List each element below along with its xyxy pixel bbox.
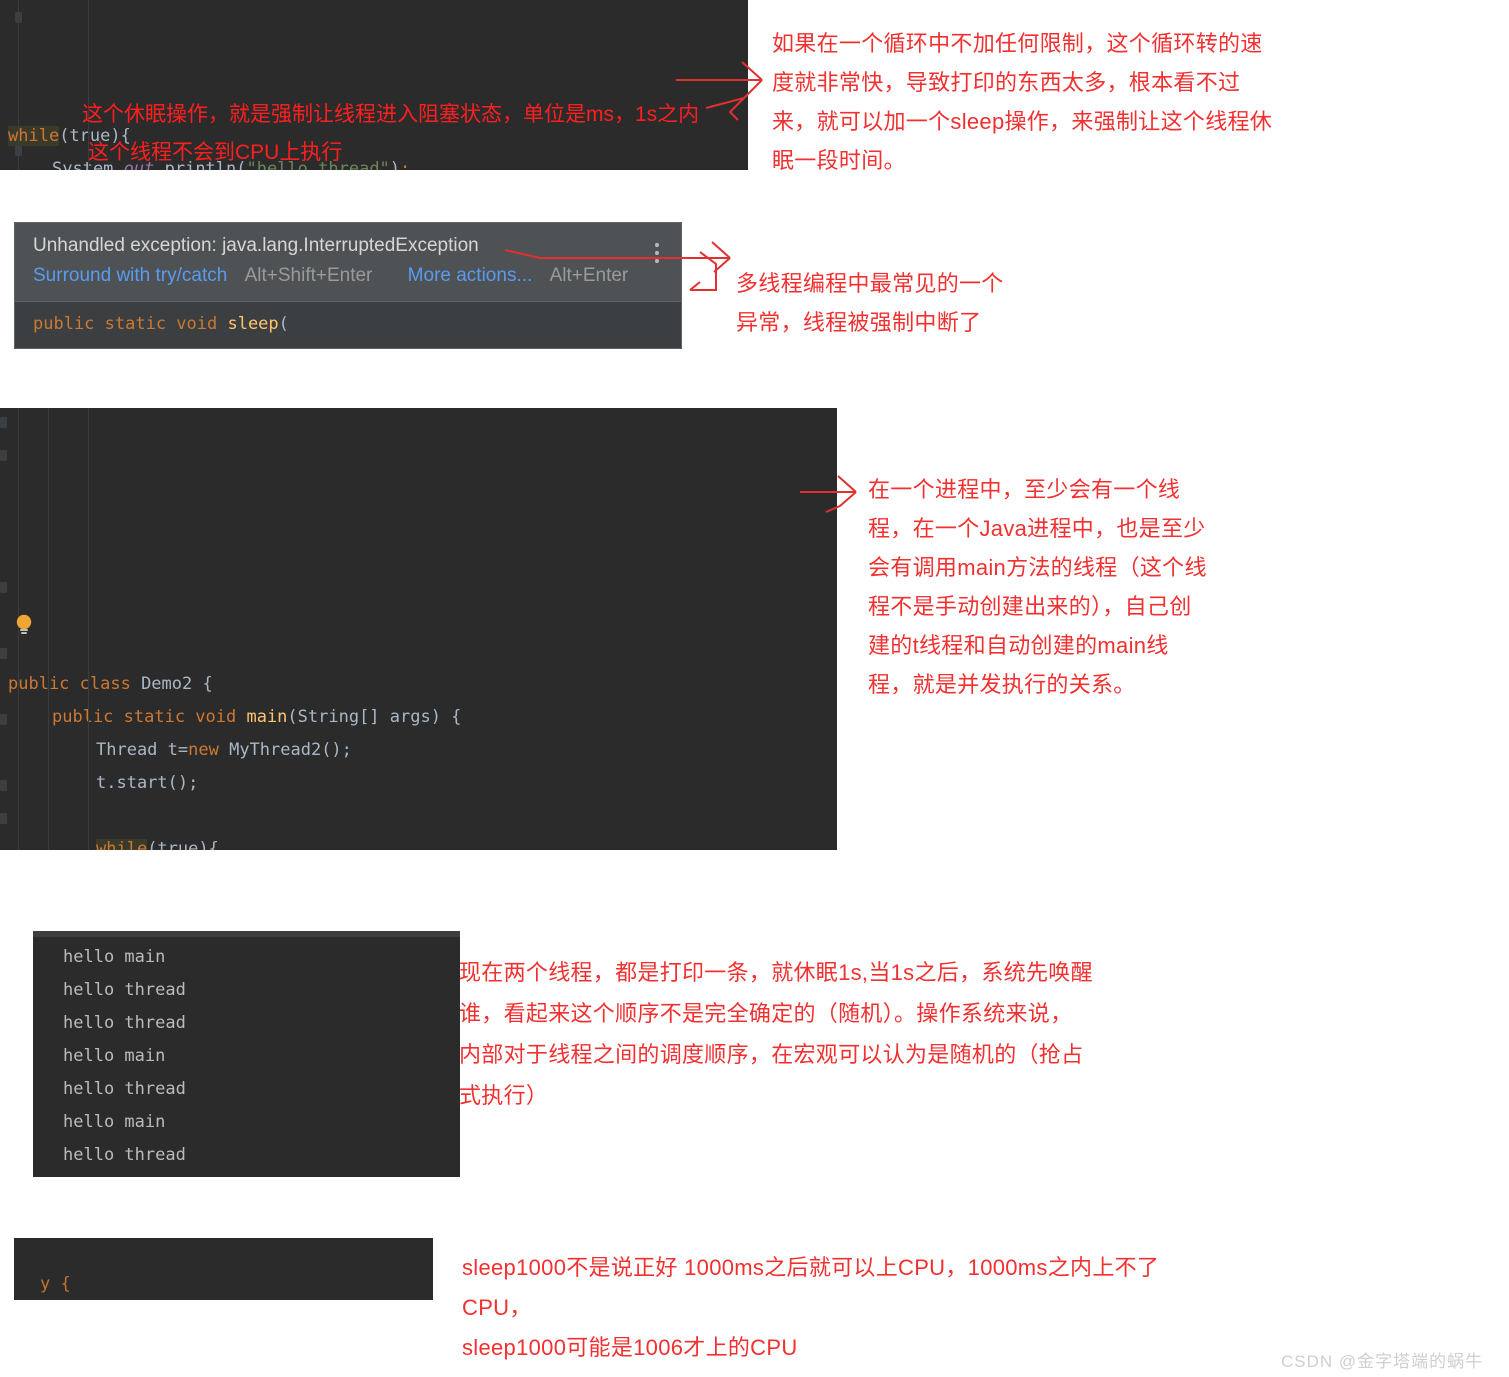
annotation-loop-speed: 如果在一个循环中不加任何限制，这个循环转的速 度就非常快，导致打印的东西太多，根… [772, 31, 1273, 173]
popup-action-row: Surround with try/catch Alt+Shift+Enter … [15, 263, 681, 301]
inline-red-note-2: 这个线程不会到CPU上执行 [88, 141, 343, 164]
annotation-process-threads: 在一个进程中，至少会有一个线 程，在一个Java进程中，也是至少 会有调用mai… [868, 477, 1207, 697]
console-line: hello thread [63, 1079, 186, 1099]
code-token: MyThread2(); [229, 740, 352, 760]
popup-title: Unhandled exception: java.lang.Interrupt… [33, 235, 479, 256]
code-token: (true){ [147, 839, 219, 850]
annotation-scheduling-random: 现在两个线程，都是打印一条，就休眠1s,当1s之后，系统先唤醒 谁，看起来这个顺… [459, 960, 1093, 1108]
console-lines: hello main hello thread hello thread hello … [33, 931, 460, 1172]
code-panel-sleep-call[interactable]: y { Thread.sleep(millis: 1000); } catch … [14, 1238, 433, 1300]
console-line: hello main [63, 947, 166, 967]
unhandled-exception-popup[interactable]: Unhandled exception: java.lang.Interrupt… [14, 222, 682, 349]
console-line: hello thread [63, 1013, 186, 1033]
code-token: main [246, 707, 288, 727]
console-line: hello thread [63, 980, 186, 1000]
code-token: sleep [227, 314, 279, 334]
console-top-strip [33, 931, 460, 937]
annotation-interrupted-exception: 多线程编程中最常见的一个 异常，线程被强制中断了 [736, 271, 1004, 335]
code-token: Demo2 [141, 674, 193, 694]
annotation-sleep-timing: sleep1000不是说正好 1000ms之后就可以上CPU，1000ms之内上… [462, 1255, 1160, 1360]
console-output-panel[interactable]: hello main hello thread hello thread hello … [33, 931, 460, 1177]
code-token: public static void [52, 707, 247, 727]
popup-code-preview: public static void sleep( [15, 301, 681, 348]
more-options-icon[interactable] [655, 243, 659, 267]
snippet-top-partial-line: y { [40, 1274, 71, 1294]
code-token: while [96, 839, 148, 850]
code-panel-demo2[interactable]: public class Demo2 {public static void m… [0, 408, 837, 850]
more-actions-action[interactable]: More actions... [408, 265, 533, 286]
code-token: public class [8, 674, 142, 694]
code-token: new [188, 740, 230, 760]
intention-bulb-icon[interactable] [14, 613, 34, 637]
code-line: Thread t=new MyThread2(); [0, 734, 837, 767]
code-token: (String[] args) { [287, 707, 462, 727]
code-token: Thread t= [96, 740, 189, 760]
surround-with-try-catch-action[interactable]: Surround with try/catch [33, 265, 227, 286]
csdn-watermark: CSDN @金字塔端的蜗牛 [1281, 1352, 1484, 1371]
inline-red-note-1: 这个休眠操作，就是强制让线程进入阻塞状态，单位是ms，1s之内 [82, 103, 700, 126]
code-line: public class Demo2 { [0, 668, 837, 701]
code-lines: public class Demo2 {public static void m… [0, 668, 837, 850]
screenshot-root: while(true){System.out.println("hello th… [0, 0, 1509, 1377]
console-line: hello main [63, 1112, 166, 1132]
code-line: public static void main(String[] args) { [0, 701, 837, 734]
code-token: { [192, 674, 213, 694]
more-actions-shortcut: Alt+Enter [549, 265, 629, 286]
console-line: hello thread [63, 1145, 186, 1165]
code-line: while(true){ [0, 833, 837, 850]
console-line: hello main [63, 1046, 166, 1066]
surround-shortcut: Alt+Shift+Enter [244, 265, 373, 286]
code-token: public static void [33, 314, 228, 334]
code-token: t.start(); [96, 773, 199, 793]
code-token: ( [278, 314, 289, 334]
code-line: t.start(); [0, 767, 837, 800]
